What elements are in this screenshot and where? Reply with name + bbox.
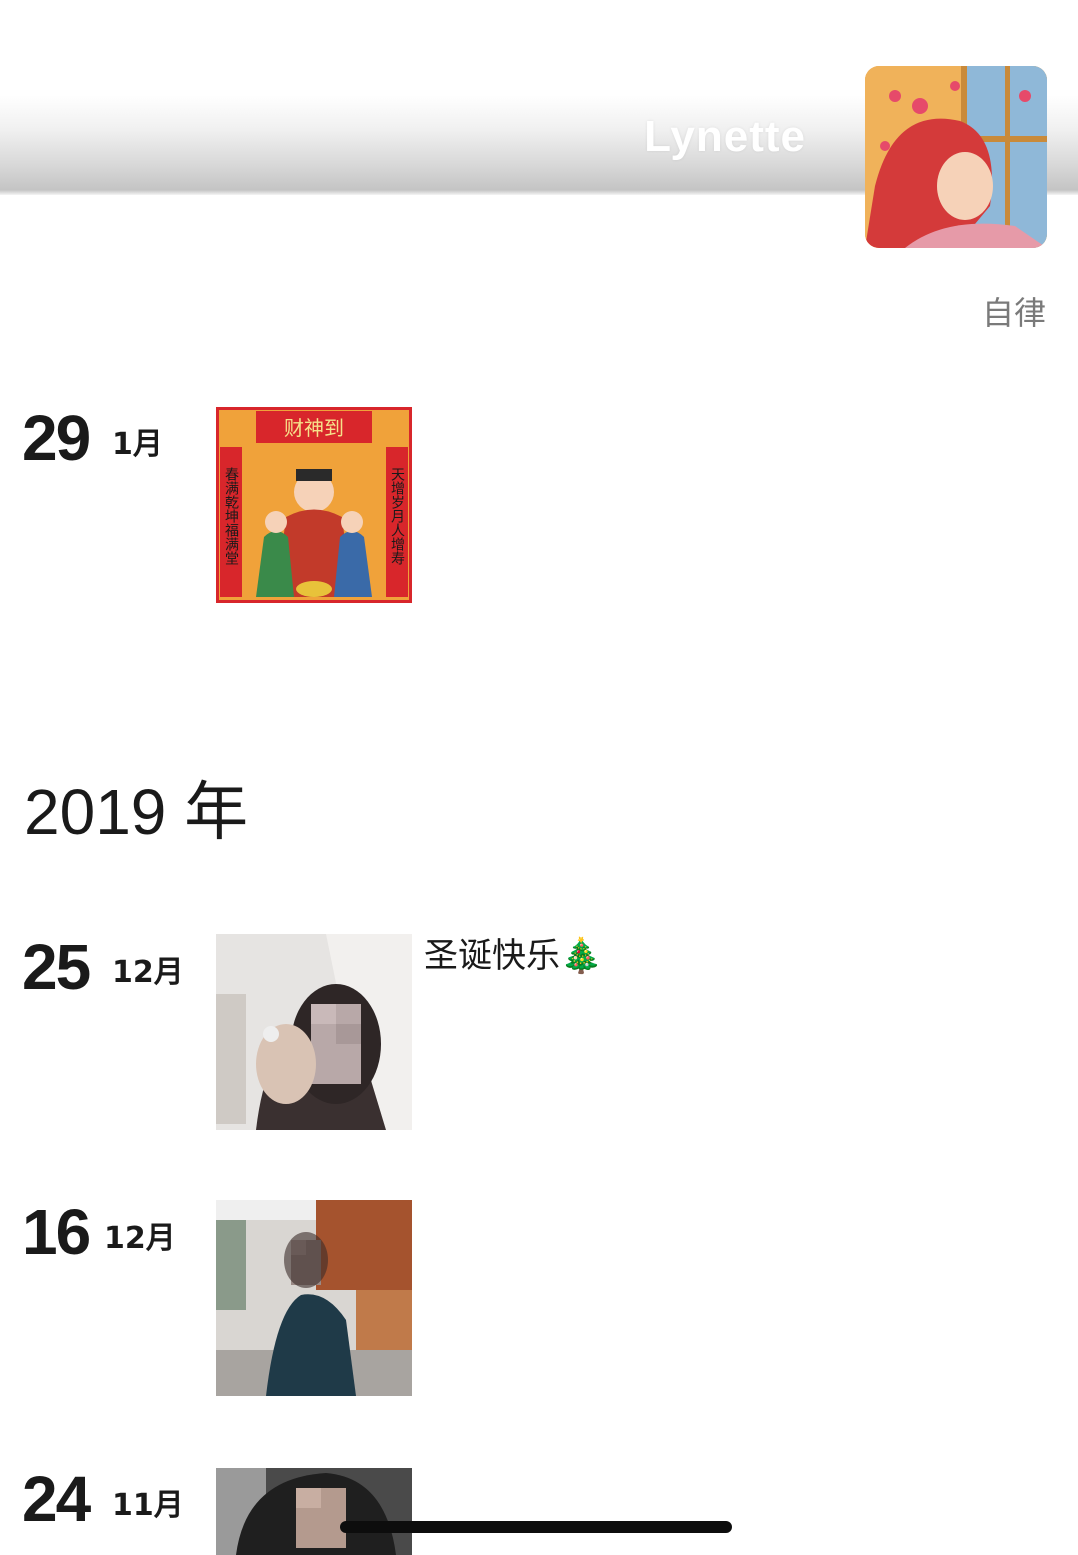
- post-thumbnail-cafe[interactable]: [216, 1200, 412, 1396]
- post-thumbnail-selfie[interactable]: [216, 934, 412, 1130]
- post-day: 25: [22, 931, 91, 1003]
- post-month: 11月: [112, 1488, 184, 1523]
- avatar[interactable]: [865, 66, 1047, 248]
- post-day: 29: [22, 402, 91, 474]
- poster-right-couplet: 天增岁月人增寿: [389, 467, 405, 565]
- selfie-photo-image: [216, 934, 412, 1130]
- avatar-image: [865, 66, 1047, 248]
- caishen-poster-image: 财神到 春满乾坤福满堂 天增岁月人增寿: [216, 407, 412, 603]
- post-month: 1月: [112, 427, 163, 462]
- portrait-photo-image: [216, 1468, 412, 1555]
- post-day: 16: [22, 1196, 91, 1268]
- post-month: 12月: [104, 1221, 176, 1256]
- poster-left-couplet: 春满乾坤福满堂: [223, 467, 239, 565]
- poster-banner: 财神到: [284, 416, 344, 440]
- signature-text: 自律: [981, 294, 1046, 332]
- post-thumbnail-caishen[interactable]: 财神到 春满乾坤福满堂 天增岁月人增寿: [216, 407, 412, 603]
- post-thumbnail-portrait[interactable]: [216, 1468, 412, 1555]
- home-indicator[interactable]: [340, 1521, 732, 1533]
- year-divider: 2019 年: [24, 776, 249, 848]
- cafe-photo-image: [216, 1200, 412, 1396]
- post-month: 12月: [112, 955, 184, 990]
- username: Lynette: [644, 112, 806, 161]
- post-day: 24: [22, 1463, 91, 1535]
- post-caption: 圣诞快乐🎄: [424, 936, 603, 976]
